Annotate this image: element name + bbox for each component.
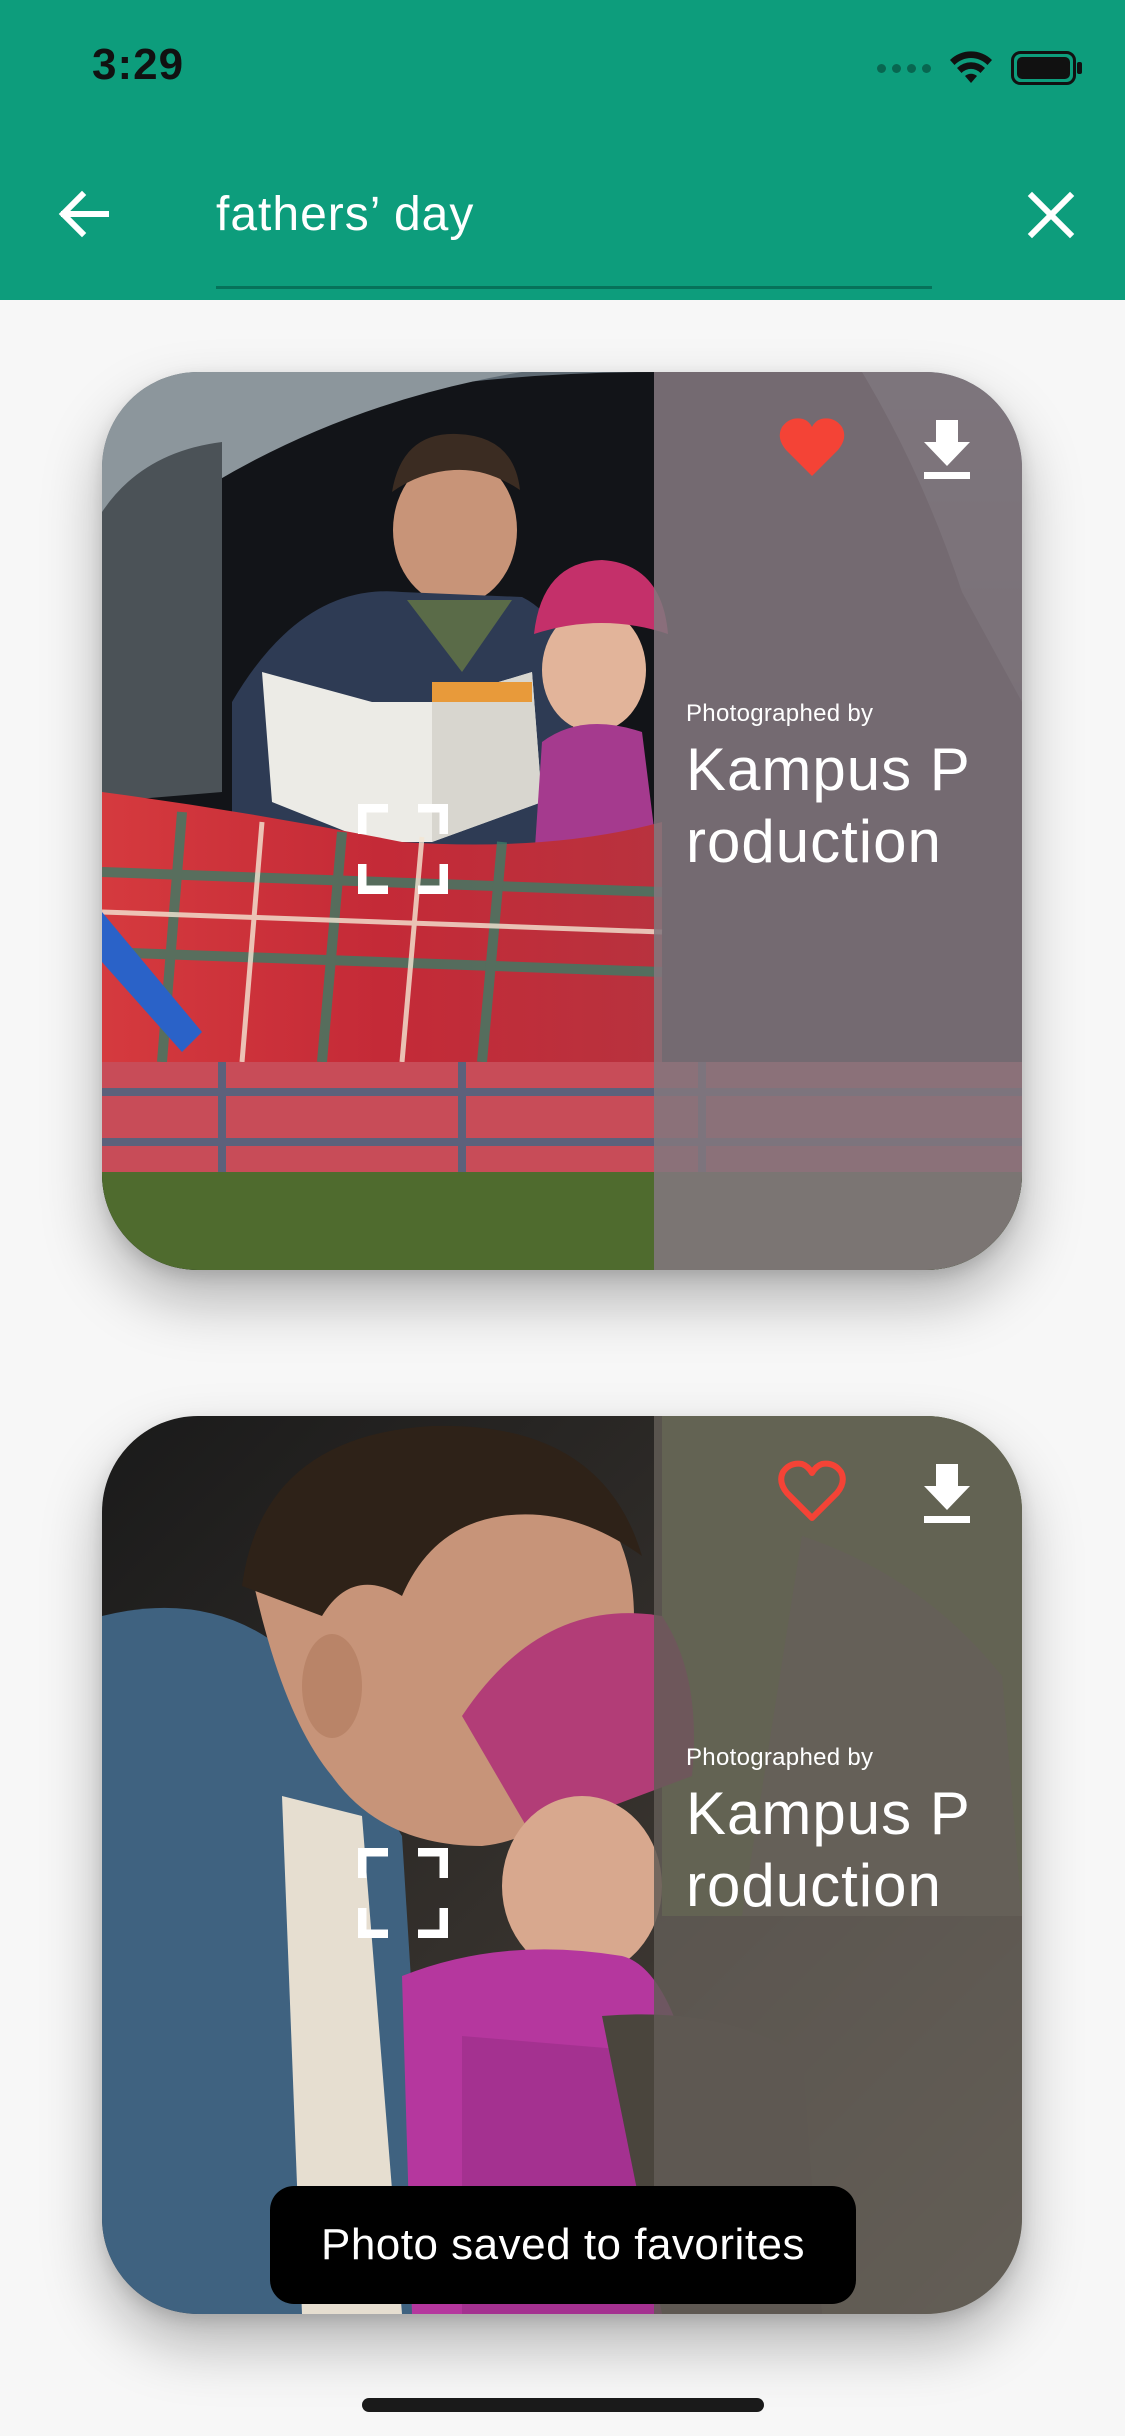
- expand-icon: [358, 804, 448, 894]
- snackbar-message: Photo saved to favorites: [320, 2220, 806, 2269]
- arrow-left-icon: [58, 190, 109, 238]
- download-button[interactable]: [916, 412, 978, 484]
- app-bar: 3:29: [0, 0, 1125, 300]
- photographed-by-label: Photographed by: [686, 1744, 874, 1771]
- status-time: 3:29: [92, 40, 185, 89]
- close-icon: [1027, 191, 1075, 239]
- search-underline: [216, 286, 932, 289]
- heart-outline-icon: [778, 1460, 846, 1521]
- expand-button[interactable]: [358, 1848, 448, 1938]
- photographed-by-label: Photographed by: [686, 700, 874, 727]
- clear-search-button[interactable]: [1022, 186, 1080, 244]
- screen: 3:29 fathers’ day Photographed by Kampus…: [0, 0, 1125, 2436]
- home-indicator[interactable]: [362, 2398, 764, 2412]
- wifi-icon: [950, 51, 992, 83]
- snackbar: Photo saved to favorites: [270, 2186, 856, 2304]
- photo-card[interactable]: Photographed by Kampus Production: [102, 1416, 1022, 2314]
- expand-icon: [358, 1848, 448, 1938]
- heart-filled-icon: [779, 418, 845, 476]
- download-button[interactable]: [916, 1456, 978, 1528]
- expand-button[interactable]: [358, 804, 448, 894]
- battery-icon: [1011, 51, 1082, 85]
- status-icons: [877, 46, 1083, 90]
- photographer-name: Kampus Production: [686, 736, 971, 875]
- photo-info-overlay: Photographed by Kampus Production: [654, 1416, 1022, 2314]
- photo-card[interactable]: Photographed by Kampus Production: [102, 372, 1022, 1270]
- search-input[interactable]: [216, 178, 932, 250]
- favorite-button[interactable]: [776, 1456, 848, 1528]
- signal-dots-icon: [877, 63, 931, 73]
- photo-info-overlay: Photographed by Kampus Production: [654, 372, 1022, 1270]
- favorite-button[interactable]: [776, 412, 848, 484]
- download-icon: [924, 420, 970, 479]
- photographer-name: Kampus Production: [686, 1780, 971, 1919]
- download-icon: [924, 1464, 970, 1523]
- back-button[interactable]: [52, 182, 116, 246]
